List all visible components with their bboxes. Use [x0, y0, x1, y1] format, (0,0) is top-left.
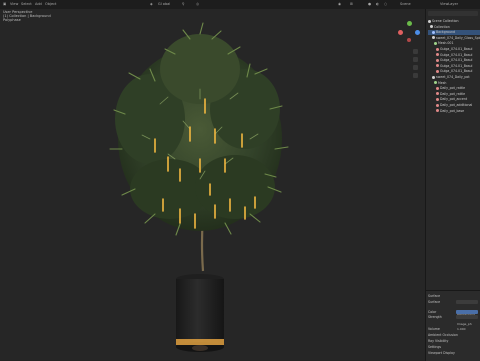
- overlay-icon[interactable]: ⊞: [350, 2, 353, 6]
- outliner-row-label: Daily_pot_rattle: [440, 86, 466, 91]
- property-row-label: Ray Visibility: [428, 339, 449, 343]
- property-row[interactable]: [428, 321, 480, 326]
- outliner-row-label: Daily_pot_base: [440, 108, 465, 113]
- property-row-label: Surface: [428, 294, 441, 298]
- menu-object[interactable]: Object: [45, 2, 56, 6]
- proportional-edit-icon[interactable]: ◎: [196, 2, 199, 6]
- outliner-row-icon: [436, 64, 439, 68]
- outliner-row[interactable]: Collection: [428, 25, 480, 30]
- strength-value: 1.000: [457, 327, 466, 331]
- outliner-row-label: Background: [436, 30, 456, 35]
- outliner-row-icon: [436, 86, 439, 90]
- outliner-row-label: Collection: [434, 24, 450, 29]
- property-row[interactable]: Ambient Occlusion: [428, 333, 480, 338]
- visibility-icon[interactable]: ◉: [338, 2, 341, 6]
- surface-value-field[interactable]: Background: [456, 300, 478, 316]
- outliner-row-label: Gulga_074.01_Basul: [440, 47, 473, 51]
- outliner-row[interactable]: Mesh.001: [428, 41, 480, 46]
- outliner-row[interactable]: Gulga_074.01_Basul: [428, 53, 480, 58]
- property-row-label: Ambient Occlusion: [428, 333, 458, 337]
- shading-rendered-icon[interactable]: ○: [384, 2, 387, 6]
- outliner-row[interactable]: Mesh: [428, 81, 480, 86]
- shading-solid-icon[interactable]: ●: [368, 2, 371, 6]
- outliner-row[interactable]: Daily_pot_accent: [428, 97, 480, 102]
- outliner-row-icon: [432, 75, 435, 79]
- transform-orientation-dropdown[interactable]: Gl obal: [158, 2, 170, 6]
- scene-render: [109, 22, 289, 352]
- outliner-row-icon: [432, 36, 435, 40]
- property-row[interactable]: Viewport Display: [428, 351, 480, 356]
- color-value: Image_ph: [457, 322, 472, 326]
- mode-icon[interactable]: ▣: [3, 2, 6, 6]
- plant-pot: [176, 274, 224, 352]
- 3d-viewport[interactable]: User Perspective (1) Collection | Backgr…: [0, 9, 425, 360]
- pivot-icon[interactable]: ◈: [150, 2, 153, 6]
- outliner-row-icon: [436, 47, 439, 51]
- color-value-field[interactable]: Image_ph: [456, 310, 478, 326]
- property-row-label: Viewport Display: [428, 351, 455, 355]
- outliner-row-icon: [436, 103, 439, 107]
- property-row-label: Color: [428, 310, 437, 314]
- outliner-search-input[interactable]: [428, 11, 478, 16]
- strength-value-field[interactable]: 1.000: [456, 315, 478, 331]
- outliner-row-icon: [428, 19, 431, 23]
- outliner-row[interactable]: Daily_pot_rattle: [428, 92, 480, 97]
- menu-view[interactable]: View: [10, 2, 18, 6]
- outliner-row-label: Gulga_074.01_Basul: [440, 52, 473, 57]
- outliner-row[interactable]: sweet_074_Daily_pot: [428, 75, 480, 80]
- outliner-row-icon: [434, 41, 437, 45]
- property-row-label: Volume: [428, 327, 440, 331]
- outliner-row-label: Daily_pot_additional: [440, 103, 473, 107]
- menu-add[interactable]: Add: [35, 2, 42, 6]
- outliner-row-icon: [436, 53, 439, 57]
- outliner-row[interactable]: Daily_pot_base: [428, 109, 480, 114]
- outliner-row[interactable]: Gulga_074.01_Basul: [428, 47, 480, 52]
- scene-selector[interactable]: Scene: [400, 2, 411, 6]
- tree-foliage: [115, 34, 282, 231]
- outliner-row-label: sweet_074_Daily_Gloss_Spiral: [436, 35, 480, 40]
- outliner-row-label: Gulga_074.01_Basul: [440, 69, 473, 74]
- outliner-row[interactable]: Daily_pot_additional: [428, 103, 480, 108]
- outliner-row-label: Mesh: [438, 80, 447, 85]
- snap-icon[interactable]: ⚲: [182, 2, 185, 6]
- property-row-label: Settings: [428, 345, 442, 349]
- outliner-row-icon: [436, 58, 439, 62]
- outliner-row-icon: [436, 109, 439, 113]
- outliner-row-icon: [436, 69, 439, 73]
- shading-material-icon[interactable]: ◐: [376, 2, 379, 6]
- outliner-row-label: sweet_074_Daily_pot: [436, 75, 470, 79]
- outliner-row-label: Gulga_074.01_Basul: [440, 63, 473, 68]
- outliner-row-label: Daily_pot_rattle: [440, 91, 466, 96]
- menu-select[interactable]: Select: [21, 2, 32, 6]
- outliner-row-icon: [436, 92, 439, 96]
- outliner-row[interactable]: Gulga_074.01_Basul: [428, 69, 480, 74]
- view-layer-selector[interactable]: ViewLayer: [440, 2, 458, 6]
- property-row[interactable]: Settings: [428, 345, 480, 350]
- outliner-row[interactable]: Gulga_074.01_Basul: [428, 58, 480, 63]
- property-row[interactable]: Ray Visibility: [428, 339, 480, 344]
- outliner-row-label: Mesh.001: [438, 41, 454, 46]
- outliner-row[interactable]: sweet_074_Daily_Gloss_Spiral: [428, 36, 480, 41]
- header-bar: ▣ View Select Add Object Gl obal ◈ ⚲ ◎ ◉…: [0, 0, 480, 9]
- outliner-row-label: Gulga_074.01_Basul: [440, 58, 473, 63]
- outliner-row-icon: [434, 81, 437, 85]
- property-row[interactable]: Volume: [428, 327, 480, 332]
- outliner-row-label: Daily_pot_accent: [440, 97, 468, 102]
- outliner-row[interactable]: Gulga_074.01_Basul: [428, 64, 480, 69]
- outliner-panel[interactable]: Scene Collection Collection Background swee…: [425, 9, 480, 290]
- outliner-row[interactable]: Daily_pot_rattle: [428, 86, 480, 91]
- properties-panel[interactable]: Surface Surface Color Strength Volume Ambient…: [425, 290, 480, 361]
- outliner-row-icon: [436, 97, 439, 101]
- outliner-row-icon: [430, 25, 433, 29]
- property-row-label: Surface: [428, 300, 441, 304]
- property-row[interactable]: Surface: [428, 294, 480, 299]
- outliner-row[interactable]: Background: [428, 30, 480, 36]
- outliner-row-icon: [432, 30, 435, 34]
- outliner-row[interactable]: Scene Collection: [428, 19, 480, 24]
- property-row-label: Strength: [428, 315, 442, 319]
- outliner-row-label: Scene Collection: [432, 19, 459, 23]
